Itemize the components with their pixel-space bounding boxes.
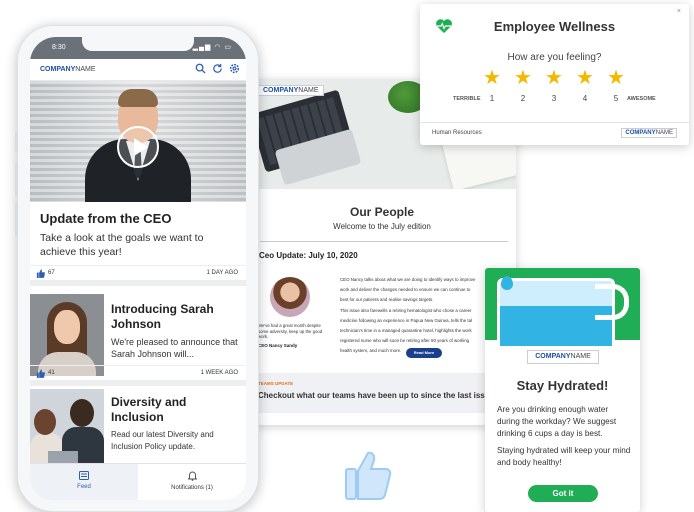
ceo-photo: [270, 277, 310, 317]
feed-item-subtitle: We're pleased to announce that Sarah Joh…: [111, 337, 238, 359]
company-logo: COMPANYNAME: [621, 128, 677, 138]
phone-button: [15, 202, 18, 236]
star-rating: ★ ★ ★ ★ ★: [480, 68, 630, 88]
thumbs-up-icon: [345, 451, 392, 500]
rating-number: 2: [520, 94, 526, 103]
newsletter-logo: COMPANYNAME: [258, 85, 324, 96]
settings-icon[interactable]: [228, 63, 240, 75]
water-drop-icon: [501, 276, 513, 290]
star-icon[interactable]: ★: [575, 68, 595, 88]
diversity-photo[interactable]: [30, 389, 104, 471]
wellness-question: How are you feeling?: [507, 52, 602, 63]
bottom-tab-bar: Feed Notifications (1): [30, 463, 246, 500]
app-header: COMPANYNAME: [30, 59, 246, 81]
ceo-video[interactable]: [30, 81, 246, 202]
got-it-button[interactable]: Got it: [528, 485, 598, 502]
rating-number: 5: [613, 94, 619, 103]
divider: [30, 280, 246, 286]
phone-button: [15, 132, 18, 152]
rating-high-label: AWESOME: [627, 96, 656, 102]
refresh-icon[interactable]: [211, 63, 223, 75]
feed-item-subtitle: Take a look at the goals we want to achi…: [40, 232, 204, 258]
hydration-text: Are you drinking enough water during the…: [497, 405, 617, 438]
star-icon[interactable]: ★: [544, 68, 564, 88]
tab-feed[interactable]: Feed: [30, 464, 138, 500]
read-more-button[interactable]: Read More: [406, 348, 442, 358]
newsletter-subtitle: Welcome to the July edition: [333, 222, 431, 231]
wellness-footer: Human Resources COMPANYNAME: [420, 122, 689, 145]
star-icon[interactable]: ★: [513, 68, 533, 88]
thumbs-up-icon[interactable]: [36, 269, 45, 280]
notch: [82, 37, 194, 51]
teams-update-section: TEAMS UPDATE Checkout what our teams hav…: [248, 373, 516, 413]
teams-update-text[interactable]: Checkout what our teams have been up to …: [258, 391, 494, 400]
play-icon[interactable]: [117, 126, 159, 168]
app-logo: COMPANYNAME: [40, 66, 96, 73]
sender-name: Human Resources: [432, 130, 482, 136]
hydration-card: COMPANYNAME Stay Hydrated! Are you drink…: [485, 268, 640, 512]
like-count: 67: [48, 270, 55, 276]
search-icon[interactable]: [194, 63, 206, 75]
newsletter-date-heading: Ceo Update: July 10, 2020: [259, 251, 358, 260]
teams-update-label: TEAMS UPDATE: [258, 381, 294, 386]
status-time: 8:30: [52, 44, 66, 51]
thumbs-up-icon[interactable]: [36, 369, 45, 380]
feed-item-subtitle: Read our latest Diversity and Inclusion …: [111, 430, 214, 451]
company-logo: COMPANYNAME: [527, 350, 599, 364]
wellness-survey-card: Employee Wellness × How are you feeling?…: [420, 4, 689, 145]
star-icon[interactable]: ★: [606, 68, 626, 88]
rating-number: 3: [551, 94, 557, 103]
close-icon[interactable]: ×: [677, 8, 681, 15]
hydration-text: Staying hydrated will keep your mind and…: [497, 446, 631, 467]
feed-icon: [30, 471, 138, 482]
feed-item-title[interactable]: Update from the CEO: [40, 211, 171, 226]
newsletter-title: Our People: [349, 205, 414, 219]
feed-item-title[interactable]: Diversity and Inclusion: [111, 395, 241, 425]
ceo-quote: We've had a great month despite some adv…: [258, 323, 323, 339]
phone-screen: 8:30 ▂▄▆ ◠ ▭ COMPANYNAME Update from the…: [30, 37, 246, 500]
divider: [260, 241, 508, 242]
like-count: 41: [48, 370, 55, 376]
divider: [30, 380, 246, 386]
star-icon[interactable]: ★: [482, 68, 502, 88]
wellness-title: Employee Wellness: [493, 19, 616, 34]
rating-low-label: TERRIBLE: [453, 96, 481, 102]
sarah-photo[interactable]: [30, 294, 104, 376]
feed-item-title[interactable]: Introducing Sarah Johnson: [111, 302, 241, 332]
feed-item-meta: 67 1 DAY AGO: [30, 265, 246, 279]
timestamp: 1 DAY AGO: [206, 270, 238, 276]
timestamp: 1 WEEK AGO: [200, 370, 238, 376]
status-icons: ▂▄▆ ◠ ▭: [192, 44, 232, 51]
hydration-title: Stay Hydrated!: [516, 378, 609, 393]
feed-item-meta: 41 1 WEEK AGO: [30, 365, 246, 379]
tab-label: Notifications (1): [171, 485, 213, 491]
tab-label: Feed: [77, 484, 91, 490]
bell-icon: [138, 471, 246, 483]
phone-button: [15, 162, 18, 196]
ceo-name: CEO Nancy Sandy: [258, 343, 298, 348]
rating-number: 1: [489, 94, 495, 103]
tab-notifications[interactable]: Notifications (1): [138, 464, 246, 500]
rating-number: 4: [582, 94, 588, 103]
